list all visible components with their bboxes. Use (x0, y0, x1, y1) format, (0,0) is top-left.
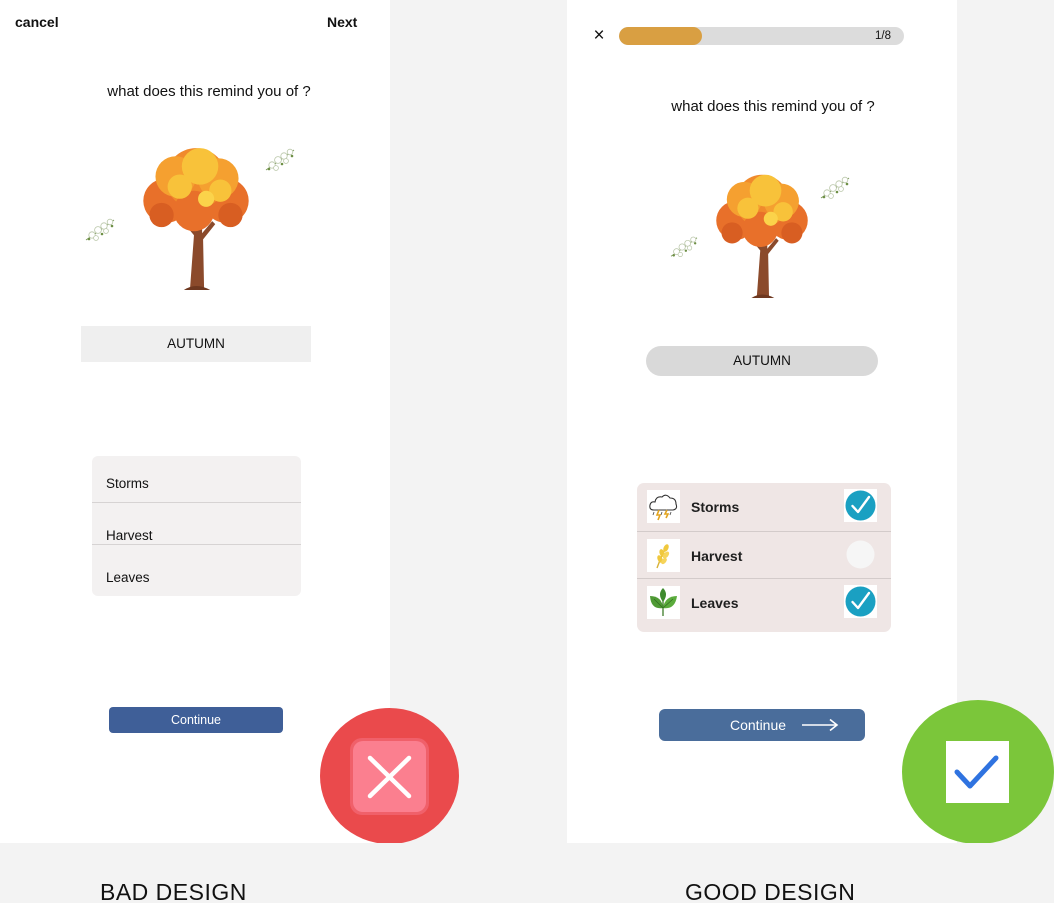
good-design-badge (902, 700, 1054, 844)
x-mark-icon (350, 738, 429, 815)
autumn-tree-illustration (667, 162, 855, 300)
checked-icon[interactable] (844, 585, 877, 618)
divider (92, 502, 301, 503)
storm-cloud-icon (647, 490, 680, 523)
option-harvest[interactable]: Harvest (637, 532, 891, 579)
option-leaves[interactable]: Leaves (637, 579, 891, 626)
continue-button[interactable]: Continue (109, 707, 283, 733)
progress-fill (619, 27, 702, 45)
good-design-screen: × 1/8 what does this remind you of ? AUT… (567, 0, 957, 843)
question-text: what does this remind you of ? (671, 98, 875, 115)
answer-field[interactable]: AUTUMN (646, 346, 878, 376)
option-label: Storms (691, 499, 740, 515)
leaf-icon (647, 586, 680, 619)
divider (92, 544, 301, 545)
good-design-caption: GOOD DESIGN (685, 879, 856, 903)
option-label: Harvest (691, 548, 743, 564)
bad-design-badge (320, 708, 459, 844)
continue-button[interactable]: Continue (659, 709, 865, 741)
answer-field[interactable]: AUTUMN (81, 326, 311, 362)
continue-label: Continue (730, 717, 787, 733)
unchecked-icon[interactable] (844, 538, 877, 571)
autumn-tree-illustration (80, 132, 304, 292)
next-button[interactable]: Next (327, 14, 357, 30)
option-label: Leaves (691, 595, 739, 611)
question-text: what does this remind you of ? (107, 83, 311, 100)
progress-counter: 1/8 (875, 30, 891, 42)
options-list: Storms Harvest Leaves (637, 483, 891, 632)
cancel-button[interactable]: cancel (15, 14, 59, 30)
progress-bar: 1/8 (619, 27, 904, 45)
option-storms[interactable]: Storms (637, 483, 891, 530)
checked-icon[interactable] (844, 489, 877, 522)
close-icon[interactable]: × (591, 26, 607, 46)
wheat-icon (647, 539, 680, 572)
check-mark-icon (946, 741, 1009, 803)
options-list: Storms Harvest Leaves (92, 456, 301, 596)
option-storms[interactable]: Storms (106, 476, 149, 491)
bad-design-caption: BAD DESIGN (100, 879, 247, 903)
arrow-right-icon (801, 718, 839, 735)
option-leaves[interactable]: Leaves (106, 570, 150, 585)
option-harvest[interactable]: Harvest (106, 528, 153, 543)
